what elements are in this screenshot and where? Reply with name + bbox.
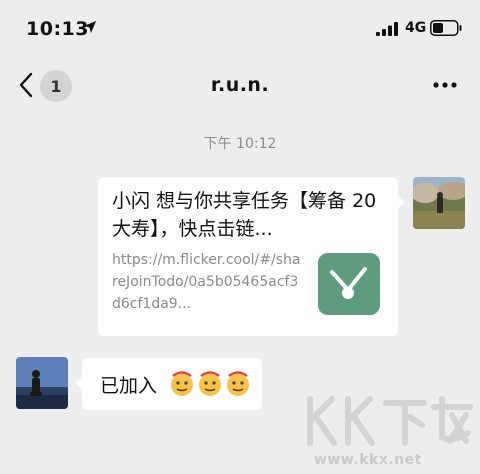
checklist-app-icon — [318, 253, 380, 315]
link-card-url: https://m.flicker.cool/#/shareJoinTodo/0… — [112, 252, 301, 312]
emoji-icon — [171, 371, 193, 396]
my-avatar[interactable] — [413, 177, 465, 229]
back-icon[interactable] — [18, 72, 34, 98]
network-type: 4G — [405, 20, 427, 36]
chat-title: r.u.n. — [210, 74, 270, 96]
unread-count-badge[interactable]: 1 — [40, 70, 72, 102]
emoji-icon — [199, 371, 221, 396]
nav-bar: 1 r.u.n. — [0, 58, 480, 114]
more-icon[interactable] — [432, 80, 458, 90]
signal-icon — [376, 22, 398, 36]
watermark-logo — [307, 396, 473, 446]
link-card-title: 小闪 想与你共享任务【筹备 20大寿】，快点击链... — [112, 190, 377, 240]
watermark-url: www.kkx.net — [314, 452, 422, 468]
emoji-icon — [227, 371, 249, 396]
reply-text: 已加入 — [100, 375, 158, 397]
contact-avatar[interactable] — [16, 357, 68, 409]
location-arrow-icon — [84, 21, 96, 33]
message-timestamp: 下午 10:12 — [203, 136, 277, 152]
reply-bubble[interactable]: 已加入 — [75, 358, 262, 410]
status-time: 10:13 — [26, 18, 89, 40]
shared-link-card[interactable]: 小闪 想与你共享任务【筹备 20大寿】，快点击链... https://m.fl… — [98, 177, 405, 336]
battery-icon — [430, 20, 462, 36]
status-bar: 10:13 4G — [0, 0, 480, 58]
